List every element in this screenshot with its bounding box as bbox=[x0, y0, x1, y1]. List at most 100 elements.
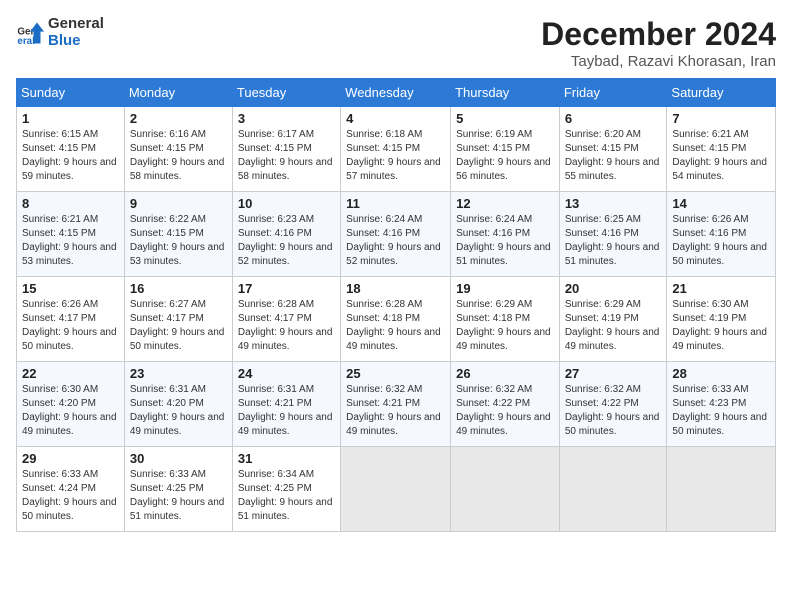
cell-sunrise: Sunrise: 6:33 AM bbox=[130, 468, 227, 482]
cell-sunrise: Sunrise: 6:15 AM bbox=[22, 128, 119, 142]
calendar-cell bbox=[341, 447, 451, 532]
calendar-cell: 15 Sunrise: 6:26 AM Sunset: 4:17 PM Dayl… bbox=[17, 277, 125, 362]
cell-sunset: Sunset: 4:18 PM bbox=[346, 312, 445, 326]
day-number: 26 bbox=[456, 366, 554, 381]
cell-daylight: Daylight: 9 hours and 49 minutes. bbox=[22, 411, 119, 439]
calendar-cell: 29 Sunrise: 6:33 AM Sunset: 4:24 PM Dayl… bbox=[17, 447, 125, 532]
cell-sunset: Sunset: 4:15 PM bbox=[238, 142, 335, 156]
calendar-week-0: 1 Sunrise: 6:15 AM Sunset: 4:15 PM Dayli… bbox=[17, 107, 776, 192]
cell-sunrise: Sunrise: 6:32 AM bbox=[456, 383, 554, 397]
calendar-cell: 19 Sunrise: 6:29 AM Sunset: 4:18 PM Dayl… bbox=[451, 277, 560, 362]
calendar-cell: 28 Sunrise: 6:33 AM Sunset: 4:23 PM Dayl… bbox=[667, 362, 776, 447]
calendar-cell: 6 Sunrise: 6:20 AM Sunset: 4:15 PM Dayli… bbox=[559, 107, 667, 192]
header-day-thursday: Thursday bbox=[451, 79, 560, 107]
cell-sunset: Sunset: 4:18 PM bbox=[456, 312, 554, 326]
calendar-cell: 16 Sunrise: 6:27 AM Sunset: 4:17 PM Dayl… bbox=[124, 277, 232, 362]
cell-daylight: Daylight: 9 hours and 50 minutes. bbox=[565, 411, 662, 439]
calendar-cell: 5 Sunrise: 6:19 AM Sunset: 4:15 PM Dayli… bbox=[451, 107, 560, 192]
header-day-monday: Monday bbox=[124, 79, 232, 107]
day-number: 7 bbox=[672, 111, 770, 126]
cell-sunset: Sunset: 4:16 PM bbox=[565, 227, 662, 241]
day-number: 22 bbox=[22, 366, 119, 381]
logo-icon: Gen eral bbox=[16, 19, 44, 47]
cell-sunrise: Sunrise: 6:22 AM bbox=[130, 213, 227, 227]
cell-sunset: Sunset: 4:21 PM bbox=[238, 397, 335, 411]
calendar-cell: 26 Sunrise: 6:32 AM Sunset: 4:22 PM Dayl… bbox=[451, 362, 560, 447]
calendar-cell: 27 Sunrise: 6:32 AM Sunset: 4:22 PM Dayl… bbox=[559, 362, 667, 447]
calendar-cell: 7 Sunrise: 6:21 AM Sunset: 4:15 PM Dayli… bbox=[667, 107, 776, 192]
cell-sunset: Sunset: 4:16 PM bbox=[672, 227, 770, 241]
calendar-cell: 25 Sunrise: 6:32 AM Sunset: 4:21 PM Dayl… bbox=[341, 362, 451, 447]
cell-sunset: Sunset: 4:25 PM bbox=[238, 482, 335, 496]
logo-text-line1: General bbox=[48, 16, 104, 33]
cell-sunset: Sunset: 4:25 PM bbox=[130, 482, 227, 496]
day-number: 6 bbox=[565, 111, 662, 126]
day-number: 19 bbox=[456, 281, 554, 296]
cell-daylight: Daylight: 9 hours and 50 minutes. bbox=[22, 326, 119, 354]
cell-sunset: Sunset: 4:22 PM bbox=[456, 397, 554, 411]
cell-daylight: Daylight: 9 hours and 51 minutes. bbox=[238, 496, 335, 524]
cell-daylight: Daylight: 9 hours and 55 minutes. bbox=[565, 156, 662, 184]
cell-sunset: Sunset: 4:15 PM bbox=[456, 142, 554, 156]
calendar-cell: 4 Sunrise: 6:18 AM Sunset: 4:15 PM Dayli… bbox=[341, 107, 451, 192]
cell-sunset: Sunset: 4:16 PM bbox=[456, 227, 554, 241]
cell-sunrise: Sunrise: 6:17 AM bbox=[238, 128, 335, 142]
cell-daylight: Daylight: 9 hours and 49 minutes. bbox=[238, 411, 335, 439]
calendar-cell: 21 Sunrise: 6:30 AM Sunset: 4:19 PM Dayl… bbox=[667, 277, 776, 362]
cell-daylight: Daylight: 9 hours and 49 minutes. bbox=[565, 326, 662, 354]
cell-sunset: Sunset: 4:24 PM bbox=[22, 482, 119, 496]
cell-sunset: Sunset: 4:16 PM bbox=[238, 227, 335, 241]
cell-daylight: Daylight: 9 hours and 49 minutes. bbox=[672, 326, 770, 354]
cell-sunrise: Sunrise: 6:31 AM bbox=[238, 383, 335, 397]
cell-daylight: Daylight: 9 hours and 53 minutes. bbox=[130, 241, 227, 269]
header-day-sunday: Sunday bbox=[17, 79, 125, 107]
day-number: 18 bbox=[346, 281, 445, 296]
day-number: 20 bbox=[565, 281, 662, 296]
day-number: 17 bbox=[238, 281, 335, 296]
logo: Gen eral General Blue bbox=[16, 16, 104, 49]
cell-sunrise: Sunrise: 6:33 AM bbox=[22, 468, 119, 482]
cell-sunrise: Sunrise: 6:26 AM bbox=[22, 298, 119, 312]
calendar-table: SundayMondayTuesdayWednesdayThursdayFrid… bbox=[16, 78, 776, 532]
calendar-cell: 30 Sunrise: 6:33 AM Sunset: 4:25 PM Dayl… bbox=[124, 447, 232, 532]
calendar-cell: 3 Sunrise: 6:17 AM Sunset: 4:15 PM Dayli… bbox=[232, 107, 340, 192]
cell-daylight: Daylight: 9 hours and 49 minutes. bbox=[456, 411, 554, 439]
calendar-cell: 2 Sunrise: 6:16 AM Sunset: 4:15 PM Dayli… bbox=[124, 107, 232, 192]
cell-sunset: Sunset: 4:20 PM bbox=[130, 397, 227, 411]
title-block: December 2024 Taybad, Razavi Khorasan, I… bbox=[541, 16, 776, 70]
day-number: 1 bbox=[22, 111, 119, 126]
cell-sunset: Sunset: 4:19 PM bbox=[672, 312, 770, 326]
cell-daylight: Daylight: 9 hours and 52 minutes. bbox=[346, 241, 445, 269]
calendar-cell: 13 Sunrise: 6:25 AM Sunset: 4:16 PM Dayl… bbox=[559, 192, 667, 277]
cell-sunrise: Sunrise: 6:30 AM bbox=[672, 298, 770, 312]
cell-daylight: Daylight: 9 hours and 50 minutes. bbox=[22, 496, 119, 524]
cell-daylight: Daylight: 9 hours and 49 minutes. bbox=[346, 326, 445, 354]
cell-daylight: Daylight: 9 hours and 58 minutes. bbox=[130, 156, 227, 184]
cell-daylight: Daylight: 9 hours and 57 minutes. bbox=[346, 156, 445, 184]
cell-daylight: Daylight: 9 hours and 50 minutes. bbox=[130, 326, 227, 354]
calendar-cell: 23 Sunrise: 6:31 AM Sunset: 4:20 PM Dayl… bbox=[124, 362, 232, 447]
cell-sunrise: Sunrise: 6:32 AM bbox=[346, 383, 445, 397]
month-title: December 2024 bbox=[541, 16, 776, 53]
cell-sunset: Sunset: 4:15 PM bbox=[22, 142, 119, 156]
cell-daylight: Daylight: 9 hours and 49 minutes. bbox=[346, 411, 445, 439]
calendar-cell: 20 Sunrise: 6:29 AM Sunset: 4:19 PM Dayl… bbox=[559, 277, 667, 362]
cell-sunset: Sunset: 4:21 PM bbox=[346, 397, 445, 411]
calendar-cell: 9 Sunrise: 6:22 AM Sunset: 4:15 PM Dayli… bbox=[124, 192, 232, 277]
cell-sunset: Sunset: 4:15 PM bbox=[22, 227, 119, 241]
calendar-cell: 8 Sunrise: 6:21 AM Sunset: 4:15 PM Dayli… bbox=[17, 192, 125, 277]
cell-daylight: Daylight: 9 hours and 49 minutes. bbox=[238, 326, 335, 354]
calendar-cell bbox=[559, 447, 667, 532]
calendar-week-3: 22 Sunrise: 6:30 AM Sunset: 4:20 PM Dayl… bbox=[17, 362, 776, 447]
calendar-week-1: 8 Sunrise: 6:21 AM Sunset: 4:15 PM Dayli… bbox=[17, 192, 776, 277]
calendar-cell: 22 Sunrise: 6:30 AM Sunset: 4:20 PM Dayl… bbox=[17, 362, 125, 447]
calendar-cell bbox=[451, 447, 560, 532]
cell-daylight: Daylight: 9 hours and 56 minutes. bbox=[456, 156, 554, 184]
day-number: 16 bbox=[130, 281, 227, 296]
cell-sunset: Sunset: 4:19 PM bbox=[565, 312, 662, 326]
calendar-week-2: 15 Sunrise: 6:26 AM Sunset: 4:17 PM Dayl… bbox=[17, 277, 776, 362]
cell-sunset: Sunset: 4:15 PM bbox=[130, 227, 227, 241]
cell-sunrise: Sunrise: 6:26 AM bbox=[672, 213, 770, 227]
svg-text:eral: eral bbox=[17, 36, 35, 47]
cell-daylight: Daylight: 9 hours and 49 minutes. bbox=[456, 326, 554, 354]
